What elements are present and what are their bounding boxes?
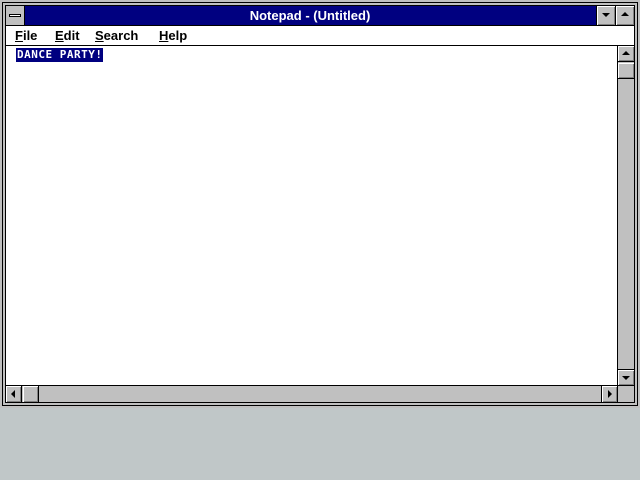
scroll-left-arrow-icon <box>11 390 15 398</box>
title-bar[interactable]: Notepad - (Untitled) <box>6 6 634 26</box>
vertical-scrollbar[interactable] <box>617 46 634 385</box>
text-editor-area[interactable]: DANCE PARTY! <box>6 46 617 385</box>
vertical-scroll-thumb[interactable] <box>618 63 634 79</box>
menu-file-label: ile <box>22 28 38 43</box>
maximize-arrow-icon <box>621 12 629 16</box>
scroll-up-arrow-icon <box>622 51 630 55</box>
menu-search-accel: S <box>95 28 104 43</box>
menu-search[interactable]: Search <box>95 26 138 45</box>
minimize-arrow-icon <box>602 13 610 17</box>
scroll-right-arrow-icon <box>608 390 612 398</box>
horizontal-scrollbar[interactable] <box>6 385 617 402</box>
window-title: Notepad - (Untitled) <box>249 8 371 23</box>
menu-search-label: earch <box>103 28 139 43</box>
control-menu-icon[interactable] <box>6 6 25 25</box>
desktop: Notepad - (Untitled) File Edit Search He… <box>0 0 640 480</box>
window-client: Notepad - (Untitled) File Edit Search He… <box>5 5 635 403</box>
notepad-window: Notepad - (Untitled) File Edit Search He… <box>0 0 640 408</box>
scroll-down-button[interactable] <box>618 369 634 385</box>
menu-edit-label: dit <box>63 28 80 43</box>
scrollbar-corner <box>617 385 634 402</box>
menu-file-accel: F <box>15 28 23 43</box>
menu-help[interactable]: Help <box>159 26 187 45</box>
scroll-up-button[interactable] <box>618 46 634 62</box>
menu-file[interactable]: File <box>15 26 37 45</box>
scroll-down-arrow-icon <box>622 376 630 380</box>
menu-edit[interactable]: Edit <box>55 26 80 45</box>
menu-edit-accel: E <box>55 28 64 43</box>
scroll-right-button[interactable] <box>601 386 617 402</box>
maximize-button[interactable] <box>615 6 634 25</box>
control-menu-bar <box>9 14 21 17</box>
minimize-button[interactable] <box>596 6 615 25</box>
menu-bar: File Edit Search Help <box>6 26 634 46</box>
selected-text[interactable]: DANCE PARTY! <box>16 48 104 62</box>
scroll-left-button[interactable] <box>6 386 22 402</box>
horizontal-scroll-thumb[interactable] <box>23 386 39 402</box>
menu-help-label: elp <box>168 28 188 43</box>
menu-help-accel: H <box>159 28 169 43</box>
